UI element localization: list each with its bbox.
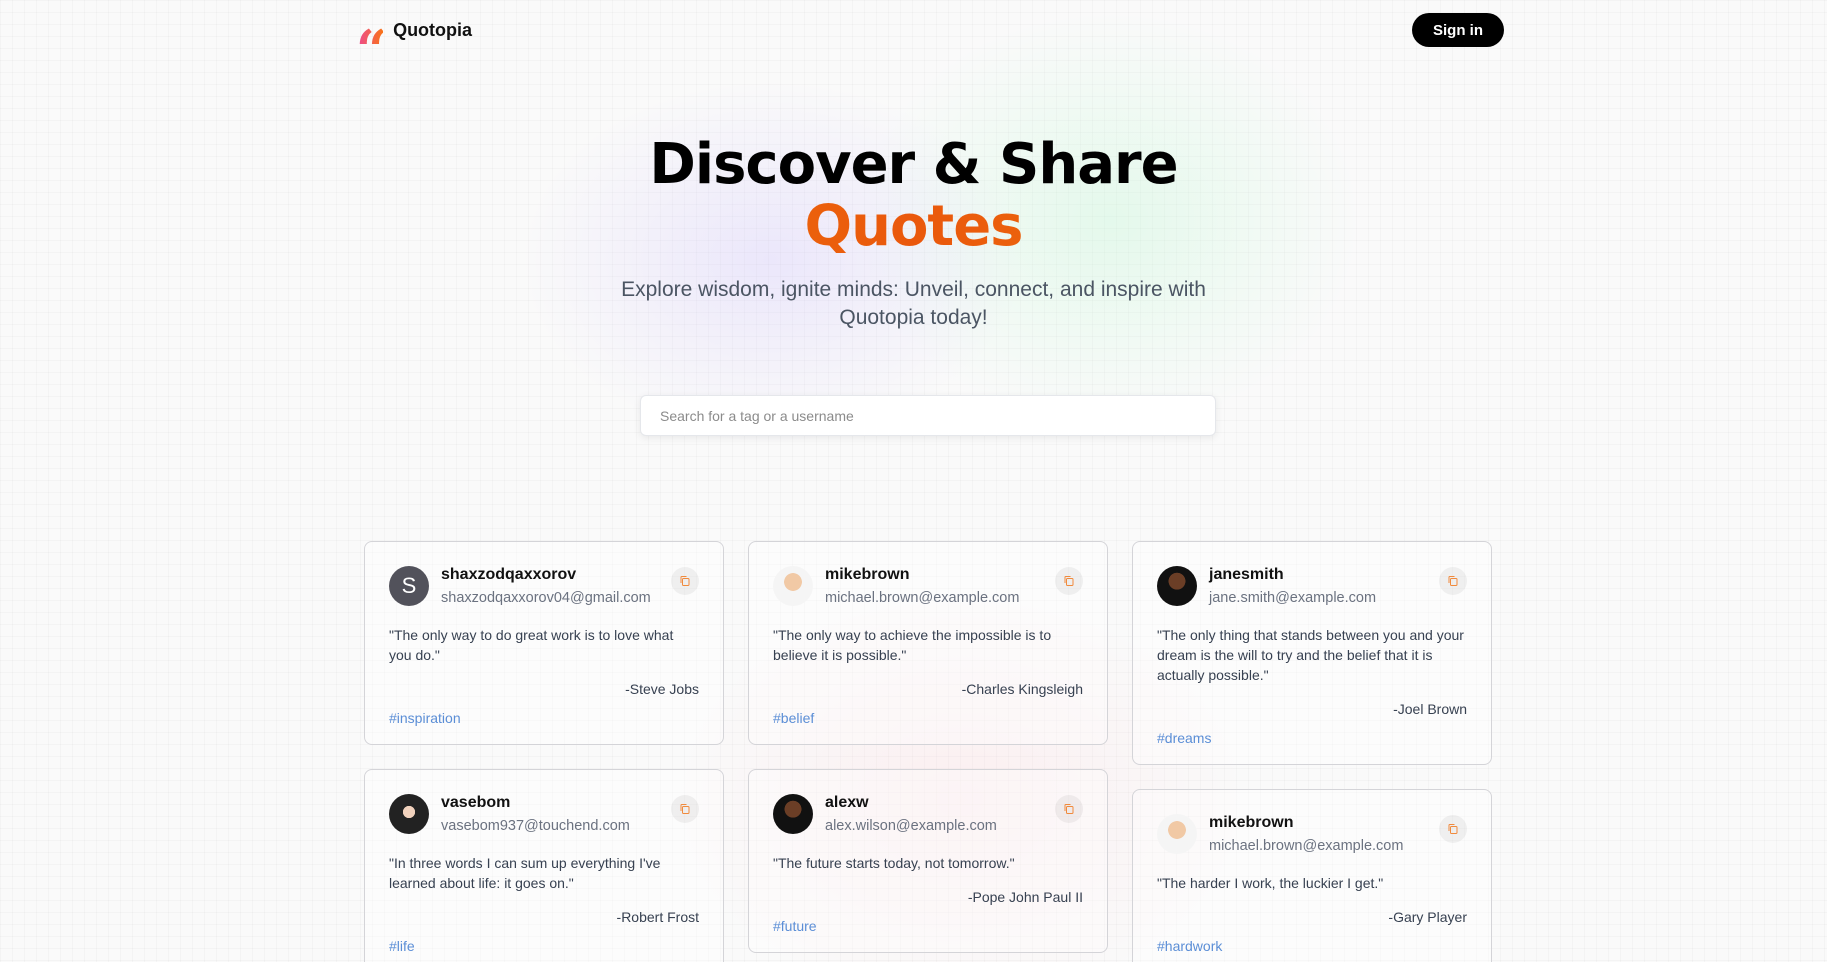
card-header: S shaxzodqaxxorov shaxzodqaxxorov04@gmai…	[389, 566, 699, 606]
avatar[interactable]	[1157, 814, 1197, 854]
quote-author: -Robert Frost	[616, 909, 699, 925]
search-form	[640, 395, 1216, 436]
quote-tag[interactable]: #dreams	[1157, 730, 1211, 746]
quote-tag[interactable]: #inspiration	[389, 710, 461, 726]
quote-card: mikebrown michael.brown@example.com "The…	[1132, 789, 1492, 962]
page: “ Quotopia Sign in Discover & Share Quot…	[0, 0, 1827, 962]
hero-title-accent: Quotes	[0, 196, 1827, 258]
quote-card: alexw alex.wilson@example.com "The futur…	[748, 769, 1108, 953]
quote-column-1: S shaxzodqaxxorov shaxzodqaxxorov04@gmai…	[364, 541, 724, 962]
quote-card: janesmith jane.smith@example.com "The on…	[1132, 541, 1492, 765]
top-nav: “ Quotopia Sign in	[356, 12, 1504, 78]
username[interactable]: janesmith	[1209, 566, 1376, 584]
brand-name: Quotopia	[393, 19, 473, 40]
user-info[interactable]: S shaxzodqaxxorov shaxzodqaxxorov04@gmai…	[389, 566, 651, 606]
card-header: mikebrown michael.brown@example.com	[1157, 814, 1467, 854]
user-email: shaxzodqaxxorov04@gmail.com	[441, 590, 651, 606]
copy-button[interactable]	[671, 795, 699, 823]
quote-text: "The only way to do great work is to lov…	[389, 627, 674, 663]
quote-column-3: janesmith jane.smith@example.com "The on…	[1132, 541, 1492, 962]
card-header: vasebom vasebom937@touchend.com	[389, 794, 699, 834]
quote-text: "In three words I can sum up everything …	[389, 855, 661, 891]
copy-button[interactable]	[1439, 567, 1467, 595]
user-email: alex.wilson@example.com	[825, 818, 997, 834]
card-header: alexw alex.wilson@example.com	[773, 794, 1083, 834]
username[interactable]: mikebrown	[825, 566, 1019, 584]
copy-icon	[1064, 804, 1074, 814]
copy-icon	[1448, 576, 1458, 586]
user-email: vasebom937@touchend.com	[441, 818, 630, 834]
card-header: janesmith jane.smith@example.com	[1157, 566, 1467, 606]
copy-icon	[1448, 824, 1458, 834]
username[interactable]: mikebrown	[1209, 814, 1403, 832]
quote-tag[interactable]: #future	[773, 918, 817, 934]
copy-button[interactable]	[671, 567, 699, 595]
user-info[interactable]: mikebrown michael.brown@example.com	[773, 566, 1019, 606]
user-info[interactable]: janesmith jane.smith@example.com	[1157, 566, 1376, 606]
search-input[interactable]	[640, 395, 1216, 436]
username[interactable]: alexw	[825, 794, 997, 812]
avatar[interactable]	[773, 566, 813, 606]
copy-button[interactable]	[1439, 815, 1467, 843]
username[interactable]: vasebom	[441, 794, 630, 812]
hero-title-main: Discover & Share	[649, 132, 1178, 197]
avatar[interactable]	[1157, 566, 1197, 606]
username[interactable]: shaxzodqaxxorov	[441, 566, 651, 584]
quote-author: -Gary Player	[1388, 909, 1467, 925]
avatar[interactable]	[773, 794, 813, 834]
copy-icon	[680, 804, 690, 814]
quote-author: -Steve Jobs	[625, 681, 699, 697]
sign-in-button[interactable]: Sign in	[1412, 13, 1504, 47]
quote-card: vasebom vasebom937@touchend.com "In thre…	[364, 769, 724, 962]
copy-button[interactable]	[1055, 795, 1083, 823]
user-email: jane.smith@example.com	[1209, 590, 1377, 606]
avatar[interactable]	[389, 794, 429, 834]
user-info[interactable]: mikebrown michael.brown@example.com	[1157, 814, 1403, 854]
quote-text: "The future starts today, not tomorrow."	[773, 855, 1015, 871]
quote-text: "The only thing that stands between you …	[1157, 627, 1464, 683]
quote-card: S shaxzodqaxxorov shaxzodqaxxorov04@gmai…	[364, 541, 724, 745]
brand[interactable]: “ Quotopia	[356, 13, 473, 78]
quote-author: -Charles Kingsleigh	[961, 681, 1083, 697]
user-info[interactable]: vasebom vasebom937@touchend.com	[389, 794, 630, 834]
card-header: mikebrown michael.brown@example.com	[773, 566, 1083, 606]
copy-button[interactable]	[1055, 567, 1083, 595]
user-email: michael.brown@example.com	[825, 590, 1020, 606]
user-email: michael.brown@example.com	[1209, 838, 1404, 854]
quote-author: -Joel Brown	[1393, 701, 1467, 717]
quote-tag[interactable]: #hardwork	[1157, 938, 1222, 954]
quote-text: "The only way to achieve the impossible …	[773, 627, 1052, 663]
quote-tag[interactable]: #life	[389, 938, 415, 954]
quote-column-2: mikebrown michael.brown@example.com "The…	[748, 541, 1108, 962]
quote-author: -Pope John Paul II	[967, 889, 1083, 905]
avatar[interactable]: S	[389, 566, 429, 606]
copy-icon	[680, 576, 690, 586]
user-info[interactable]: alexw alex.wilson@example.com	[773, 794, 997, 834]
quote-card: mikebrown michael.brown@example.com "The…	[748, 541, 1108, 745]
hero-title: Discover & Share Quotes	[0, 134, 1827, 258]
quote-text: "The harder I work, the luckier I get."	[1157, 875, 1384, 891]
quote-tag[interactable]: #belief	[773, 710, 814, 726]
hero-subtitle: Explore wisdom, ignite minds: Unveil, co…	[621, 278, 1206, 329]
quote-mark-icon: “	[356, 18, 387, 82]
hero: Discover & Share Quotes Explore wisdom, …	[0, 134, 1827, 332]
copy-icon	[1064, 576, 1074, 586]
